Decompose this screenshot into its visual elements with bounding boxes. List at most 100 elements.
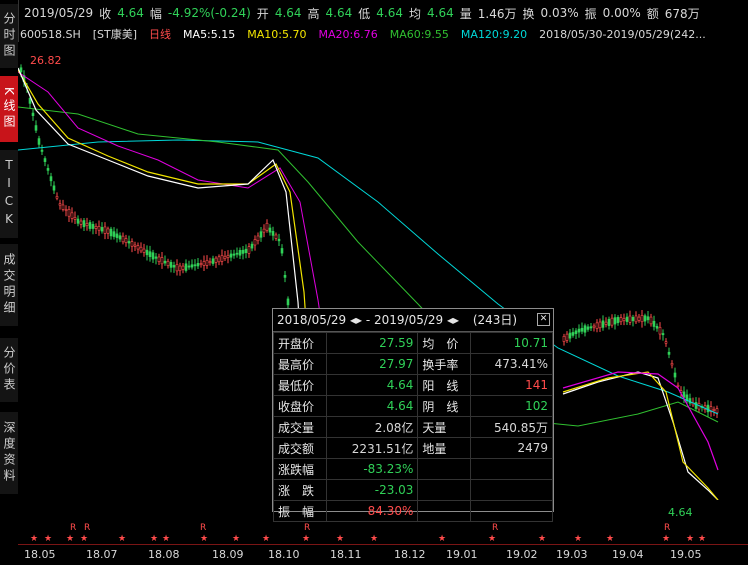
event-r[interactable]: R xyxy=(304,523,310,533)
high-price-mark: 26.82 xyxy=(30,54,62,67)
event-star[interactable]: ★ xyxy=(488,534,496,544)
event-r[interactable]: R xyxy=(200,523,206,533)
tab-depth-info-label: 深度资料 xyxy=(2,421,16,485)
stats-value: 2231.51亿 xyxy=(325,437,419,459)
tab-kline[interactable]: K线图 xyxy=(0,76,18,142)
event-star[interactable]: ★ xyxy=(150,534,158,544)
stats-value: 102 xyxy=(470,395,553,417)
stats-key xyxy=(417,500,472,522)
candle xyxy=(643,315,647,322)
event-star[interactable]: ★ xyxy=(162,534,170,544)
event-star[interactable]: ★ xyxy=(80,534,88,544)
candle xyxy=(262,228,266,233)
stats-value xyxy=(470,479,553,501)
candle xyxy=(130,241,134,247)
ma-legend-bar: 600518.SH [ST康美] 日线 MA5:5.15 MA10:5.70 M… xyxy=(0,26,748,42)
candle xyxy=(205,259,209,266)
event-star[interactable]: ★ xyxy=(302,534,310,544)
candle xyxy=(55,196,59,199)
candle xyxy=(253,239,257,246)
candle xyxy=(625,316,629,322)
stats-row: 最高价 27.97 换手率 473.41% xyxy=(273,353,553,375)
range-dates[interactable]: 2018/05/29 ◂▸ - 2019/05/29 ◂▸ xyxy=(277,313,459,327)
stats-key xyxy=(417,479,472,501)
close-icon[interactable]: ✕ xyxy=(537,313,550,326)
candle xyxy=(235,252,239,255)
stats-row: 涨跌幅 -83.23% xyxy=(273,458,553,480)
stats-key: 均 价 xyxy=(417,332,472,354)
event-star[interactable]: ★ xyxy=(538,534,546,544)
candle xyxy=(118,235,122,240)
x-tick: 19.03 xyxy=(556,548,588,561)
candle xyxy=(592,325,596,328)
event-star[interactable]: ★ xyxy=(262,534,270,544)
stats-key xyxy=(417,458,472,480)
event-star[interactable]: ★ xyxy=(574,534,582,544)
stats-row: 成交额 2231.51亿 地量 2479 xyxy=(273,437,553,459)
event-r[interactable]: R xyxy=(492,523,498,533)
candle xyxy=(565,333,569,341)
candle xyxy=(649,316,653,325)
event-star[interactable]: ★ xyxy=(118,534,126,544)
candle xyxy=(103,226,107,234)
event-star[interactable]: ★ xyxy=(686,534,694,544)
candle xyxy=(145,249,149,256)
candle xyxy=(226,255,230,258)
candle xyxy=(73,217,77,220)
event-star[interactable]: ★ xyxy=(662,534,670,544)
candle xyxy=(577,328,581,333)
candle xyxy=(76,218,80,224)
high-value: 4.64 xyxy=(325,6,353,20)
candle xyxy=(607,318,611,326)
candle xyxy=(673,372,677,378)
candle xyxy=(256,235,260,242)
candle xyxy=(229,253,233,258)
candle xyxy=(154,256,158,259)
stats-key: 开盘价 xyxy=(273,332,327,354)
candle xyxy=(580,327,584,332)
tab-depth-info[interactable]: 深度资料 xyxy=(0,412,18,494)
candle xyxy=(169,262,173,268)
candle xyxy=(115,233,119,238)
candle xyxy=(259,231,263,238)
volume-value: 1.46万 xyxy=(477,6,517,21)
tab-tick[interactable]: TICK xyxy=(0,150,18,238)
event-star[interactable]: ★ xyxy=(200,534,208,544)
event-star[interactable]: ★ xyxy=(66,534,74,544)
stats-value: 10.71 xyxy=(470,332,553,354)
candle xyxy=(106,228,110,234)
candle xyxy=(34,125,38,131)
event-star[interactable]: ★ xyxy=(44,534,52,544)
candle xyxy=(79,220,83,225)
event-star[interactable]: ★ xyxy=(30,534,38,544)
quote-bar: 2019/05/29 收 4.64 幅 -4.92%(-0.24) 开 4.64 高4… xyxy=(24,0,748,26)
stats-key: 振 幅 xyxy=(273,500,327,522)
event-star[interactable]: ★ xyxy=(232,534,240,544)
candle xyxy=(211,258,215,264)
candle xyxy=(136,245,140,250)
candle xyxy=(151,252,155,260)
period-label[interactable]: 日线 xyxy=(149,26,171,42)
event-star[interactable]: ★ xyxy=(698,534,706,544)
event-star[interactable]: ★ xyxy=(438,534,446,544)
x-axis: 18.05 18.07 18.08 18.09 18.10 18.11 18.1… xyxy=(18,544,748,565)
event-r[interactable]: R xyxy=(84,523,90,533)
candle xyxy=(88,222,92,229)
stats-value: 473.41% xyxy=(470,353,553,375)
candle xyxy=(646,316,650,321)
event-r[interactable]: R xyxy=(70,523,76,533)
ma60-legend: MA60:9.55 xyxy=(389,27,449,41)
tab-trade-detail[interactable]: 成交明细 xyxy=(0,244,18,326)
candle xyxy=(85,223,89,226)
tab-price-table[interactable]: 分价表 xyxy=(0,338,18,402)
candle xyxy=(706,404,710,413)
event-r[interactable]: R xyxy=(664,523,670,533)
candle xyxy=(214,257,218,263)
candle xyxy=(274,234,278,239)
event-star[interactable]: ★ xyxy=(370,534,378,544)
candle xyxy=(178,265,182,272)
candle xyxy=(193,264,197,267)
event-star[interactable]: ★ xyxy=(606,534,614,544)
stats-row: 收盘价 4.64 阴 线 102 xyxy=(273,395,553,417)
event-star[interactable]: ★ xyxy=(336,534,344,544)
